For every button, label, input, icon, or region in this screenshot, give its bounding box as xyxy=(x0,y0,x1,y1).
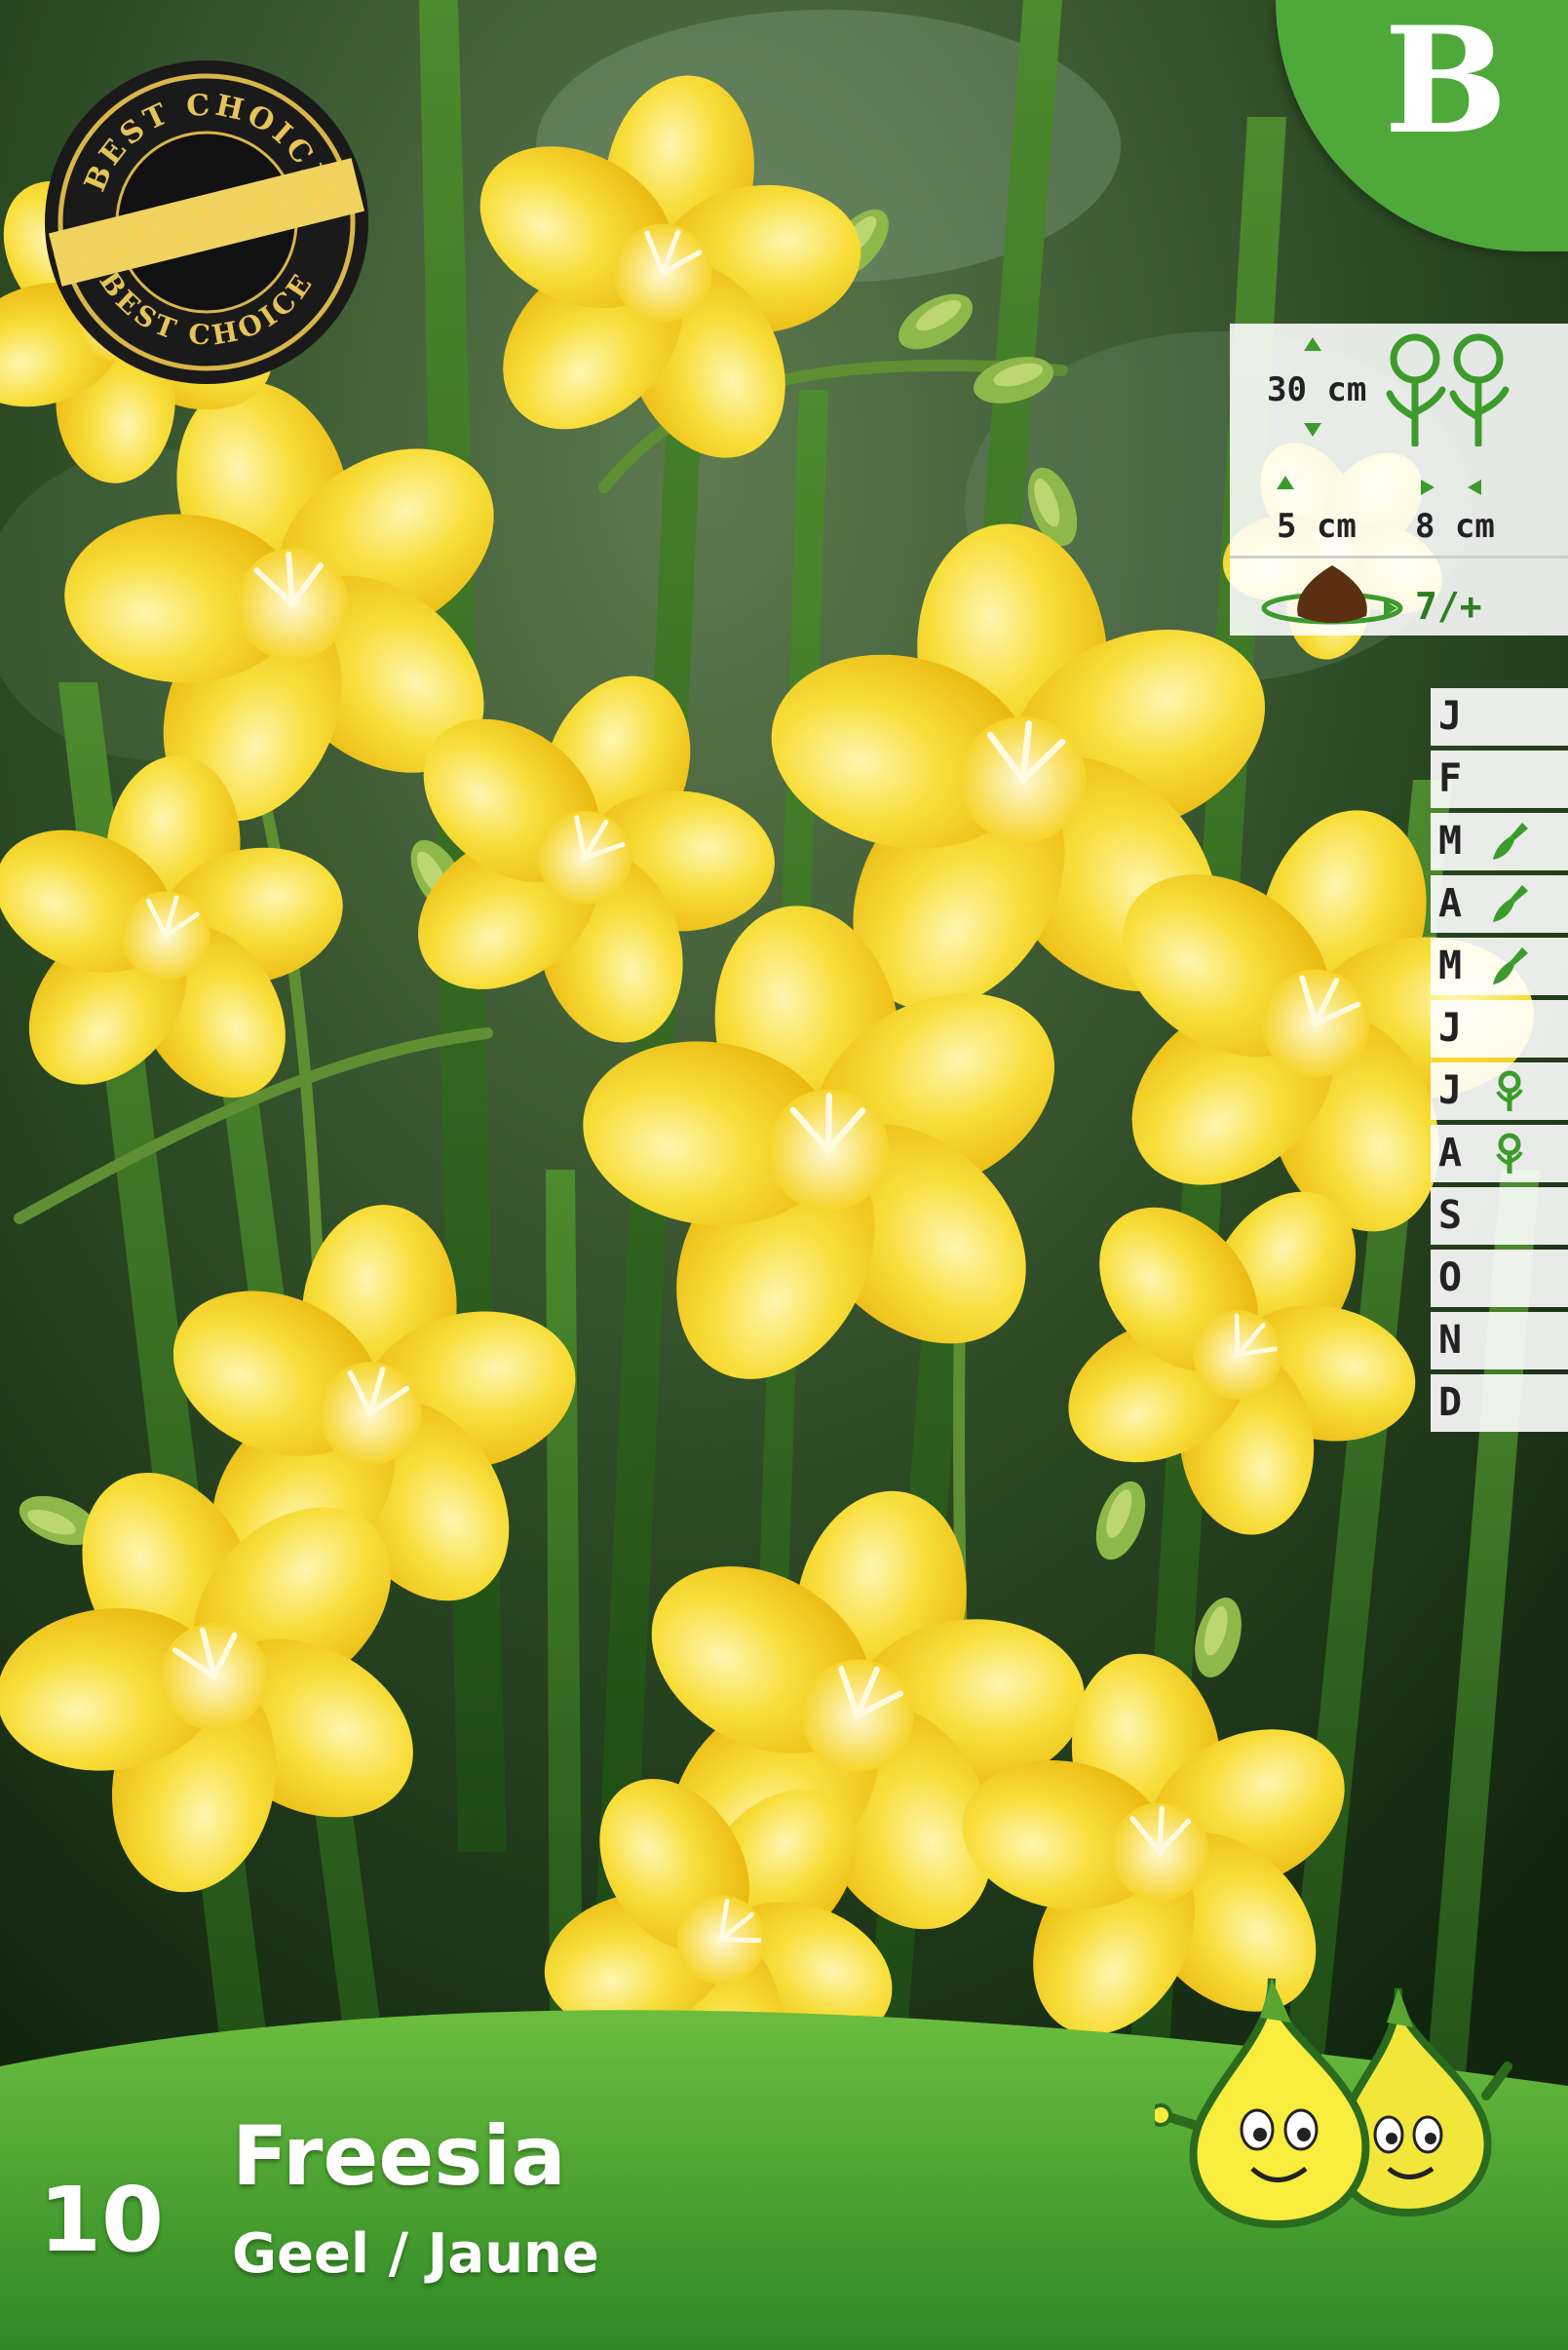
month-calendar: J F M A M J J A S O N D xyxy=(1431,688,1568,1437)
product-card: B BEST CHOICE BEST CHOICE PERFUMED 30 cm xyxy=(0,0,1568,2350)
perfumed-seal: BEST CHOICE BEST CHOICE PERFUMED xyxy=(45,60,368,384)
height-value: 30 cm xyxy=(1267,370,1367,409)
month-row: D xyxy=(1431,1374,1568,1432)
bulb-size-icon xyxy=(1261,565,1403,625)
height-arrow-down-icon xyxy=(1304,423,1321,437)
month-row: M xyxy=(1431,938,1568,995)
month-row: A xyxy=(1431,875,1568,933)
month-letter: N xyxy=(1438,1318,1463,1363)
trowel-icon xyxy=(1493,947,1528,984)
month-row: N xyxy=(1431,1312,1568,1369)
bulb-size-value: 7/+ xyxy=(1415,585,1482,628)
month-row: J xyxy=(1431,1000,1568,1058)
month-row: F xyxy=(1431,751,1568,808)
month-row: S xyxy=(1431,1187,1568,1245)
month-letter: J xyxy=(1438,694,1463,739)
month-letter: A xyxy=(1438,881,1463,926)
flower-icon xyxy=(1496,1133,1523,1174)
month-letter: J xyxy=(1438,1006,1463,1051)
flower-icon xyxy=(1496,1070,1523,1111)
spacing-value: 8 cm xyxy=(1415,507,1495,546)
spacing-arrow-right-icon xyxy=(1421,480,1434,495)
bulb-mascots-logo xyxy=(1155,1978,1512,2229)
month-letter: M xyxy=(1438,819,1463,864)
trowel-icon xyxy=(1493,823,1528,860)
height-arrow-up-icon xyxy=(1304,337,1321,351)
product-name: Freesia xyxy=(232,2108,566,2204)
month-row: A xyxy=(1431,1125,1568,1182)
month-letter: M xyxy=(1438,944,1463,988)
depth-value: 5 cm xyxy=(1277,507,1357,546)
month-letter: F xyxy=(1438,756,1463,801)
month-letter: O xyxy=(1438,1255,1463,1300)
month-letter: J xyxy=(1438,1068,1463,1113)
bulb-count: 10 xyxy=(39,2168,165,2272)
month-row: J xyxy=(1431,688,1568,746)
spacing-arrow-left-icon xyxy=(1468,480,1481,495)
trowel-icon xyxy=(1493,885,1528,922)
month-row: J xyxy=(1431,1062,1568,1120)
plants-icon xyxy=(1386,333,1510,446)
month-row: M xyxy=(1431,813,1568,870)
month-letter: D xyxy=(1438,1380,1463,1425)
depth-arrow-up-icon xyxy=(1277,476,1294,489)
month-row: O xyxy=(1431,1250,1568,1307)
category-letter: B xyxy=(1384,0,1508,167)
month-letter: A xyxy=(1438,1131,1463,1175)
product-subtitle: Geel / Jaune xyxy=(232,2222,599,2286)
planting-info-panel: 30 cm 5 cm 8 cm 7/+ xyxy=(1230,324,1568,636)
month-letter: S xyxy=(1438,1193,1463,1238)
